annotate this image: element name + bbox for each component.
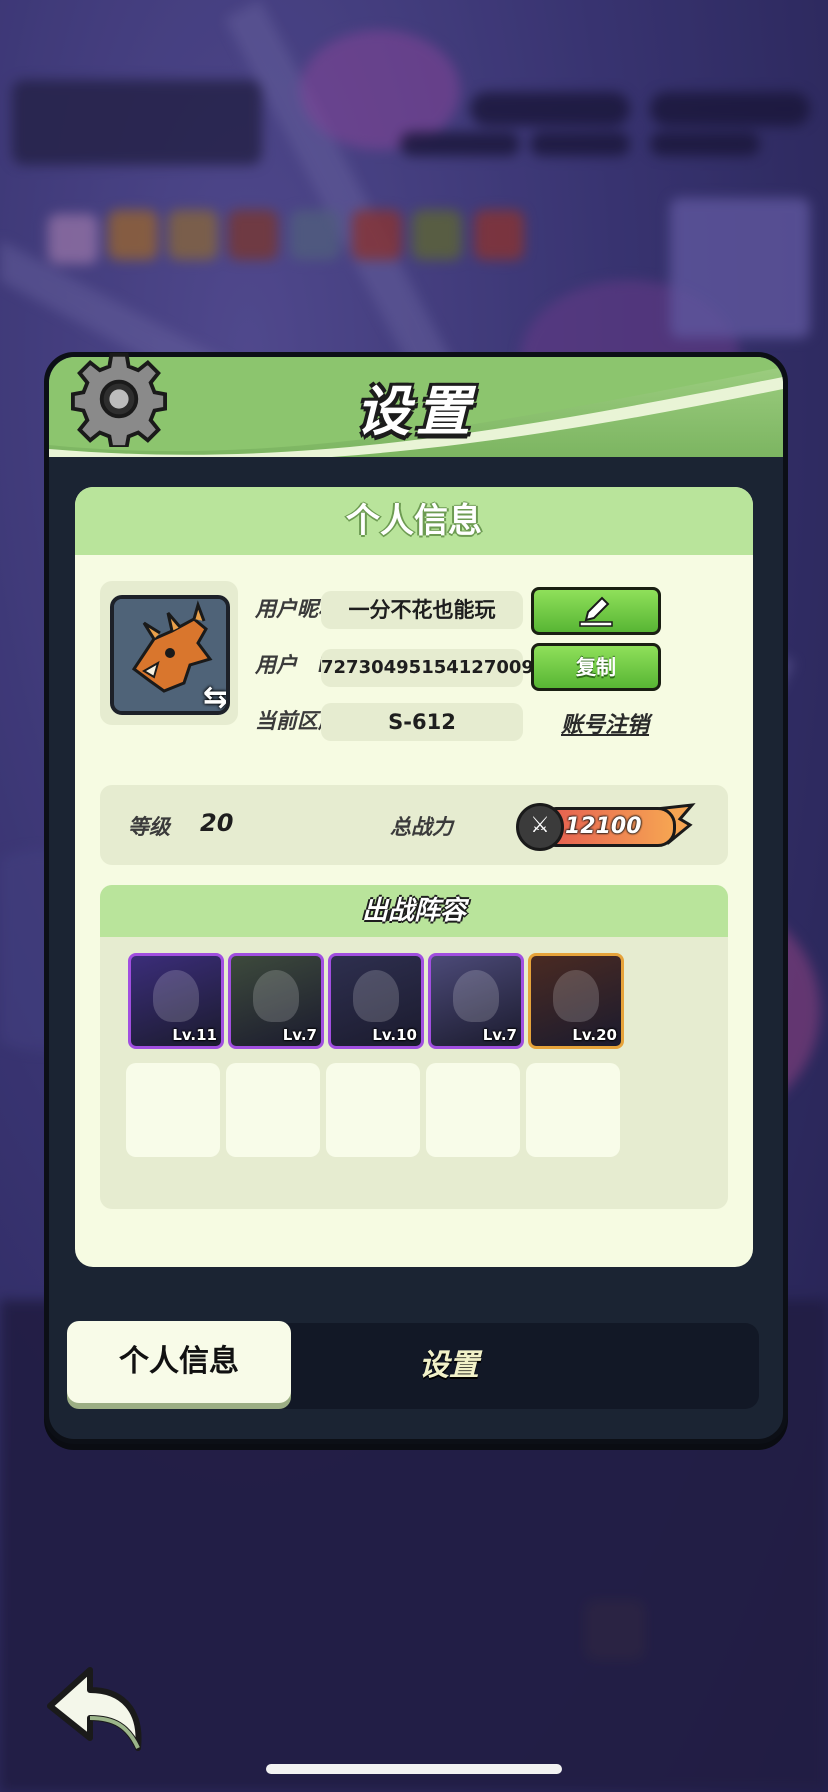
power-badge: 12100 ⚔	[516, 803, 696, 851]
hero-card[interactable]: Lv.20	[528, 953, 624, 1049]
empty-hero-slot[interactable]	[326, 1063, 420, 1157]
tab-settings[interactable]: 设置	[349, 1323, 549, 1409]
stats-row: 等级 20 总战力 12100 ⚔	[100, 785, 728, 865]
home-indicator[interactable]	[266, 1764, 562, 1774]
settings-modal: 设置 个人信息 ⇆ 用户昵称 一分不花也能玩 用户 ID 72730495154…	[44, 352, 788, 1444]
delete-account-link[interactable]: 账号注销	[561, 707, 649, 739]
hero-portrait	[153, 970, 199, 1022]
hero-level: Lv.7	[282, 1026, 317, 1044]
pencil-icon	[579, 596, 613, 627]
hero-card[interactable]: Lv.7	[228, 953, 324, 1049]
hero-portrait	[353, 970, 399, 1022]
hero-card[interactable]: Lv.10	[328, 953, 424, 1049]
personal-info-panel: 个人信息 ⇆ 用户昵称 一分不花也能玩 用户 ID 72730495154127…	[75, 487, 753, 1267]
tab-personal-info[interactable]: 个人信息	[67, 1321, 291, 1403]
crossed-swords-icon: ⚔	[516, 803, 564, 851]
hero-portrait	[453, 970, 499, 1022]
lineup-title: 出战阵容	[100, 885, 728, 937]
edit-nickname-button[interactable]	[531, 587, 661, 635]
back-arrow-icon[interactable]	[42, 1660, 152, 1760]
gear-icon	[71, 352, 167, 447]
hero-portrait	[553, 970, 599, 1022]
empty-hero-slot[interactable]	[226, 1063, 320, 1157]
panel-title: 个人信息	[75, 487, 753, 555]
hero-level: Lv.7	[482, 1026, 517, 1044]
user-id-field: 72730495154127009	[321, 649, 534, 687]
avatar-box[interactable]: ⇆	[100, 581, 238, 725]
avatar[interactable]: ⇆	[110, 595, 230, 715]
level-value: 20	[200, 809, 234, 837]
battle-lineup: 出战阵容 Lv.11 Lv.7 Lv.10 Lv.7 Lv.20	[100, 885, 728, 1209]
hero-level: Lv.20	[572, 1026, 617, 1044]
empty-hero-slot[interactable]	[426, 1063, 520, 1157]
swap-icon[interactable]: ⇆	[203, 680, 226, 711]
tab-bar: 个人信息 设置	[67, 1321, 759, 1409]
hero-card[interactable]: Lv.11	[128, 953, 224, 1049]
hero-portrait	[253, 970, 299, 1022]
hero-card[interactable]: Lv.7	[428, 953, 524, 1049]
server-field: S-612	[321, 703, 523, 741]
empty-hero-slot[interactable]	[526, 1063, 620, 1157]
power-label: 总战力	[390, 815, 453, 839]
hero-level: Lv.10	[372, 1026, 417, 1044]
nickname-field: 一分不花也能玩	[321, 591, 523, 629]
empty-hero-slot[interactable]	[126, 1063, 220, 1157]
level-label: 等级	[128, 815, 170, 839]
hero-level: Lv.11	[172, 1026, 217, 1044]
copy-id-button[interactable]: 复制	[531, 643, 661, 691]
